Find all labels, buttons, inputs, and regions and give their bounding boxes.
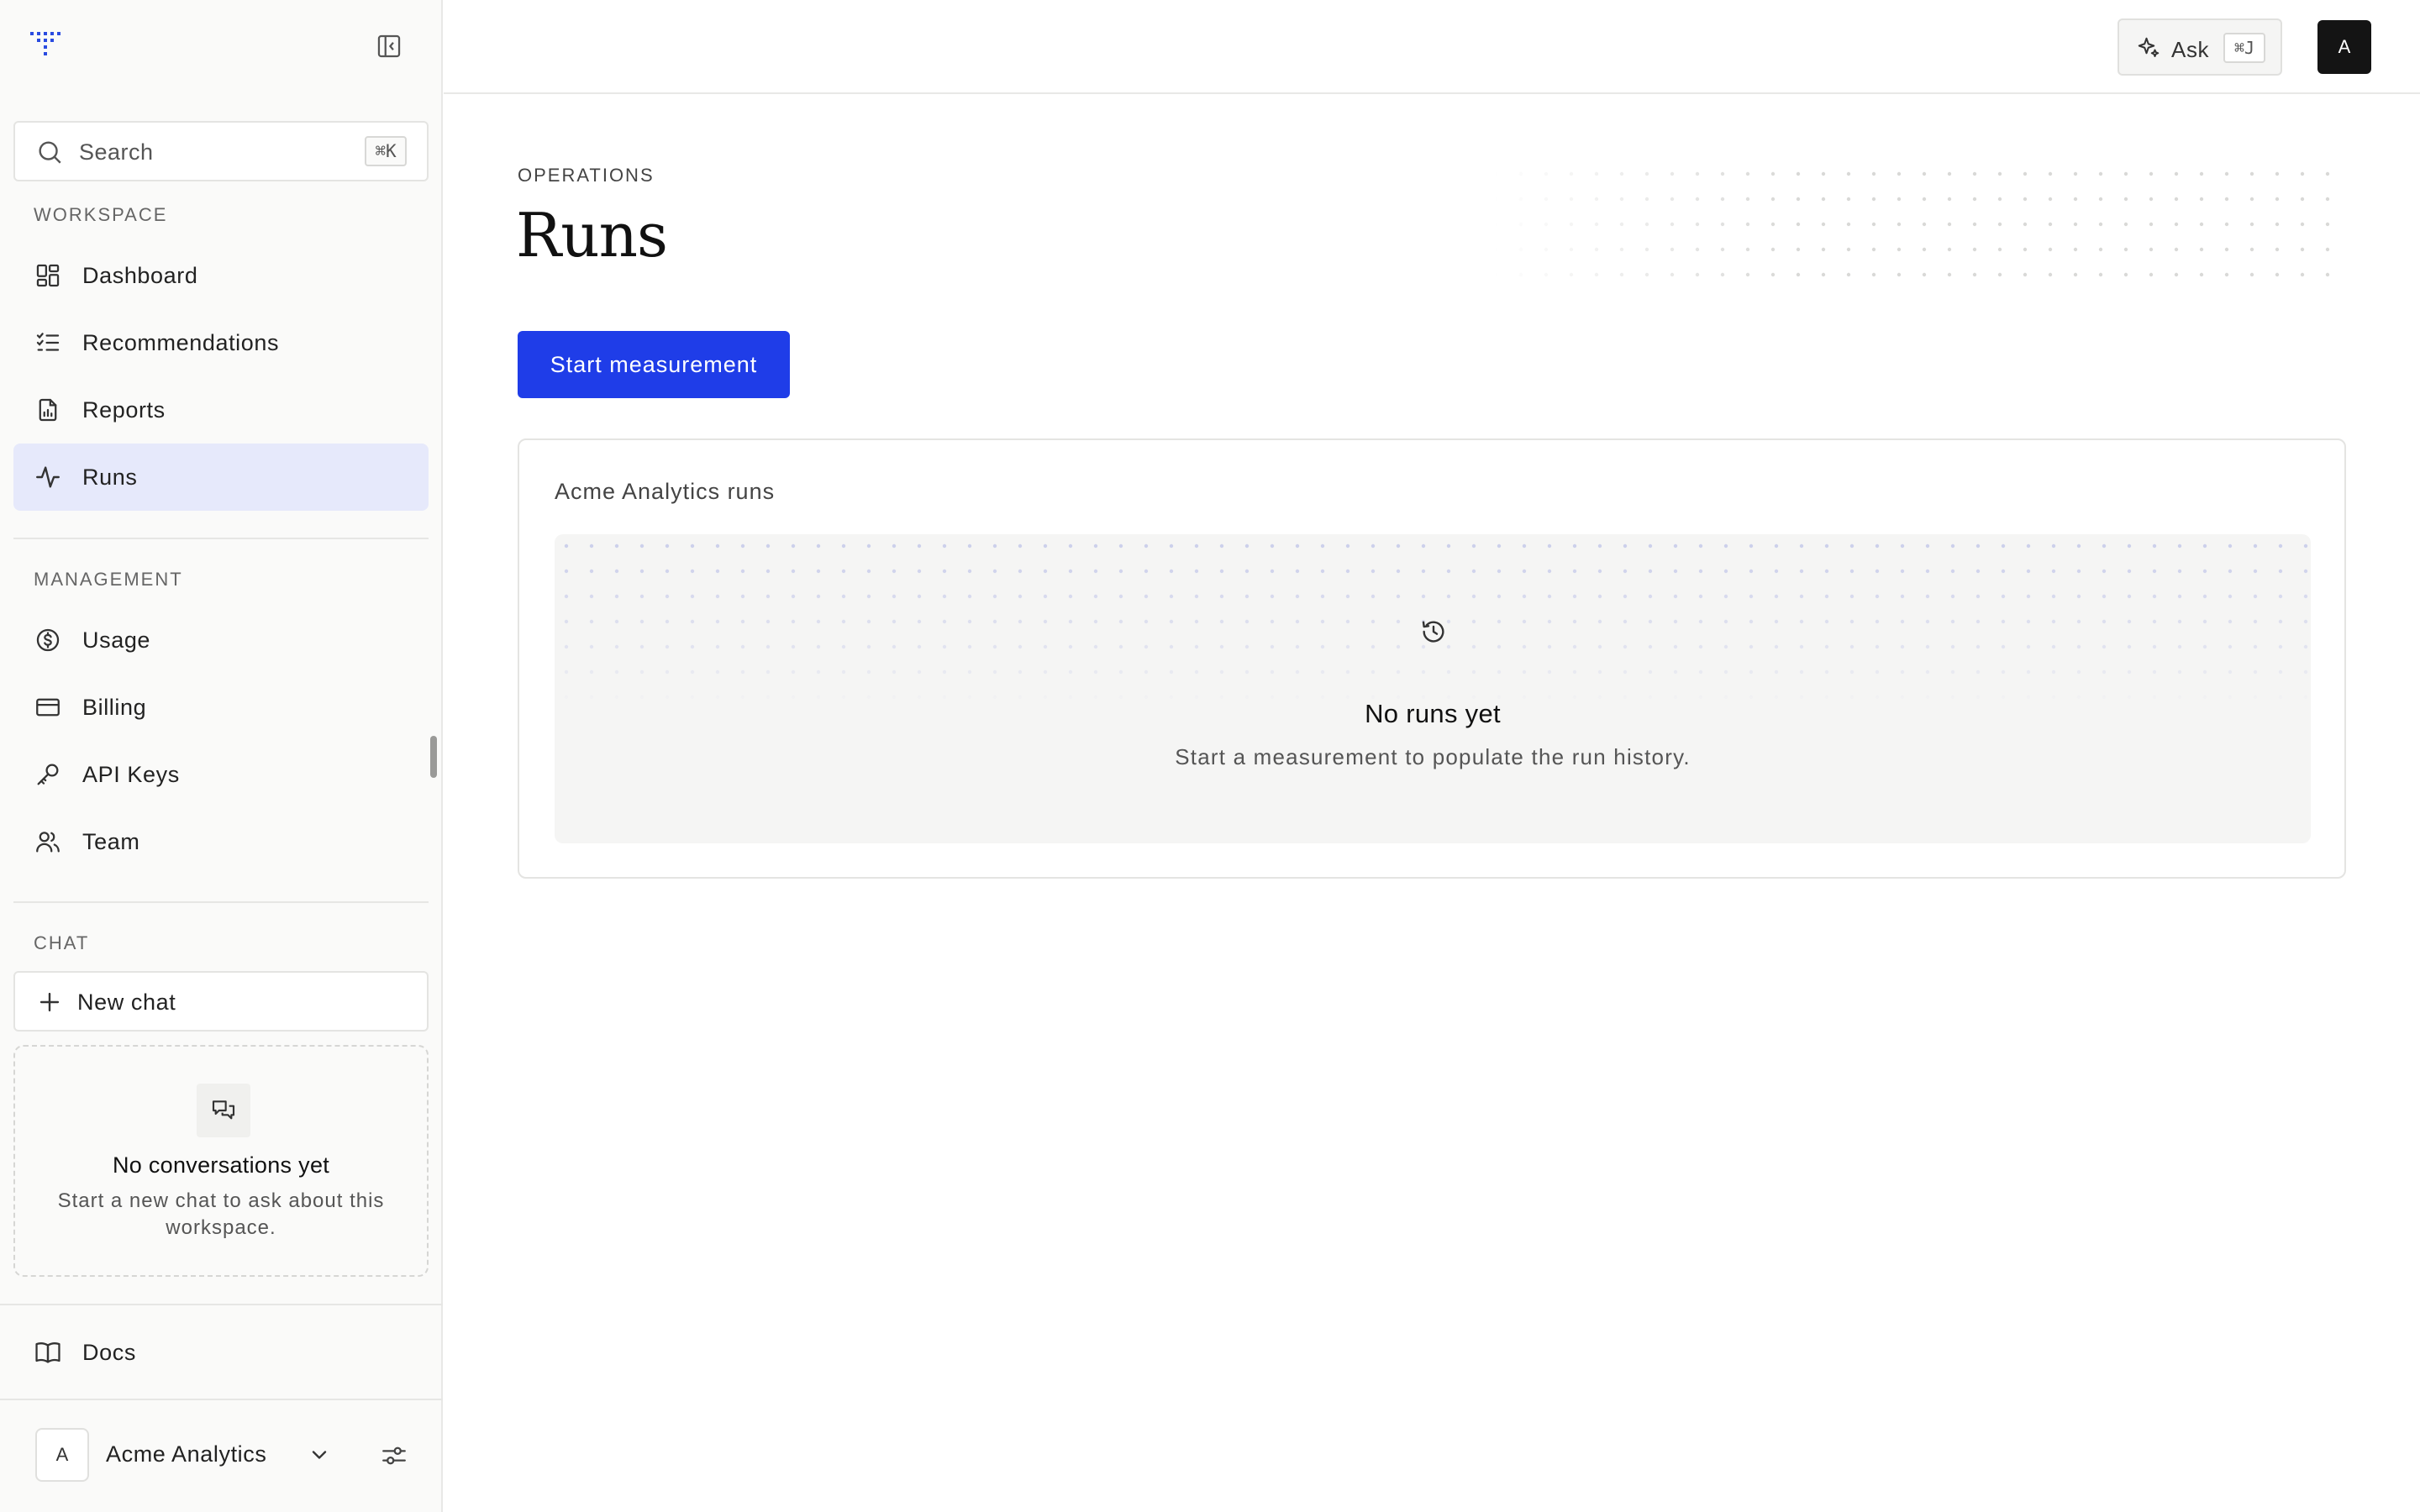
sidebar-item-label: Docs bbox=[82, 1339, 136, 1365]
sidebar-item-runs[interactable]: Runs bbox=[13, 444, 429, 511]
user-avatar[interactable]: A bbox=[2317, 20, 2371, 74]
account-name: Acme Analytics bbox=[106, 1441, 267, 1467]
ask-label: Ask bbox=[2171, 37, 2210, 62]
workspace-section-label: WORKSPACE bbox=[34, 204, 168, 225]
settings-sliders-icon[interactable] bbox=[380, 1441, 408, 1470]
search-shortcut-badge: ⌘K bbox=[365, 136, 407, 166]
dollar-icon bbox=[34, 626, 62, 654]
sidebar-item-label: Usage bbox=[82, 627, 151, 653]
management-section-label: MANAGEMENT bbox=[34, 569, 183, 590]
sidebar-collapse-button[interactable] bbox=[375, 32, 403, 60]
book-icon bbox=[34, 1338, 62, 1367]
ask-button[interactable]: Ask ⌘J bbox=[2118, 18, 2282, 76]
search-icon bbox=[35, 138, 64, 166]
sidebar-item-docs[interactable]: Docs bbox=[13, 1319, 429, 1386]
panel-left-icon bbox=[377, 34, 401, 58]
search-box[interactable]: ⌘K bbox=[13, 121, 429, 181]
history-icon bbox=[1420, 618, 1447, 645]
sidebar-item-team[interactable]: Team bbox=[13, 808, 429, 875]
sidebar-item-label: Billing bbox=[82, 694, 147, 720]
decorative-dot-grid bbox=[555, 534, 2311, 843]
search-input[interactable] bbox=[77, 134, 346, 170]
sidebar-item-usage[interactable]: Usage bbox=[13, 606, 429, 674]
chat-section-label: CHAT bbox=[34, 932, 90, 953]
sparkles-icon bbox=[2136, 35, 2161, 60]
key-icon bbox=[34, 760, 62, 789]
sidebar-divider bbox=[13, 901, 429, 903]
sidebar-divider bbox=[0, 1304, 443, 1305]
new-chat-button[interactable]: New chat bbox=[13, 971, 429, 1032]
checklist-icon bbox=[34, 328, 62, 357]
page-eyebrow: OPERATIONS bbox=[518, 165, 655, 186]
messages-icon bbox=[212, 1100, 235, 1120]
sidebar-scrollbar[interactable] bbox=[430, 736, 437, 778]
new-chat-label: New chat bbox=[77, 990, 176, 1015]
plus-icon bbox=[35, 988, 64, 1016]
runs-card: Acme Analytics runs No runs yet Start a … bbox=[518, 438, 2346, 879]
chat-empty-icon-box bbox=[197, 1084, 250, 1137]
runs-empty-description: Start a measurement to populate the run … bbox=[1175, 744, 1691, 769]
logo-icon[interactable] bbox=[29, 29, 66, 57]
ask-shortcut-badge: ⌘J bbox=[2223, 33, 2265, 63]
sidebar-item-label: Dashboard bbox=[82, 262, 198, 288]
activity-icon bbox=[34, 463, 62, 491]
sidebar-item-recommendations[interactable]: Recommendations bbox=[13, 309, 429, 376]
sidebar-item-billing[interactable]: Billing bbox=[13, 674, 429, 741]
start-measurement-button[interactable]: Start measurement bbox=[518, 331, 790, 398]
sidebar-item-label: Recommendations bbox=[82, 329, 280, 355]
credit-card-icon bbox=[34, 693, 62, 722]
sidebar-item-label: API Keys bbox=[82, 761, 180, 787]
sidebar-item-reports[interactable]: Reports bbox=[13, 376, 429, 444]
dashboard-icon bbox=[34, 261, 62, 290]
sidebar-item-api-keys[interactable]: API Keys bbox=[13, 741, 429, 808]
decorative-dot-grid bbox=[1492, 168, 2333, 286]
chevron-down-icon[interactable] bbox=[308, 1443, 331, 1467]
account-avatar: A bbox=[35, 1428, 89, 1482]
sidebar: ⌘K WORKSPACE Dashboard Recommendations bbox=[0, 0, 443, 1512]
sidebar-item-label: Reports bbox=[82, 396, 166, 423]
account-switcher[interactable]: A Acme Analytics bbox=[0, 1399, 443, 1512]
runs-card-title: Acme Analytics runs bbox=[555, 479, 776, 504]
runs-empty-state: No runs yet Start a measurement to popul… bbox=[555, 534, 2311, 843]
runs-empty-title: No runs yet bbox=[1365, 699, 1501, 728]
chat-empty-state: No conversations yet Start a new chat to… bbox=[13, 1045, 429, 1277]
chat-empty-description: Start a new chat to ask about this works… bbox=[57, 1189, 385, 1239]
page-title: Runs bbox=[516, 200, 668, 270]
report-icon bbox=[34, 396, 62, 424]
sidebar-item-label: Runs bbox=[82, 464, 138, 490]
sidebar-divider bbox=[13, 538, 429, 539]
users-icon bbox=[34, 827, 62, 856]
sidebar-item-label: Team bbox=[82, 828, 140, 854]
chat-empty-title: No conversations yet bbox=[112, 1152, 330, 1178]
sidebar-item-dashboard[interactable]: Dashboard bbox=[13, 242, 429, 309]
